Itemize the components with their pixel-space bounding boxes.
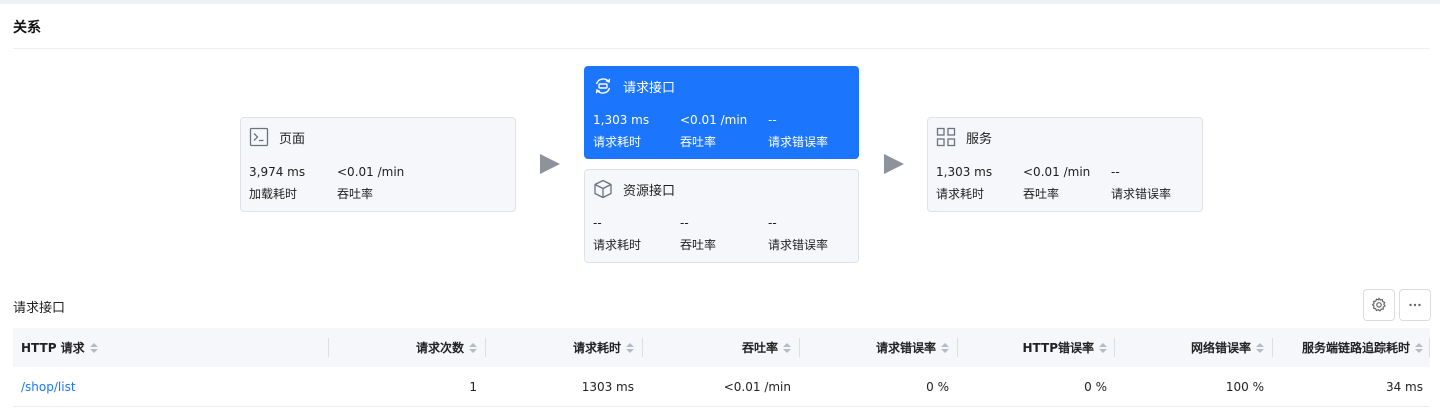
service-card[interactable]: 服务 1,303 ms 请求耗时 <0.01 /min 吞吐率 -- 请求错误率	[927, 117, 1203, 212]
throughput-metric: -- 吞吐率	[680, 213, 716, 255]
more-button[interactable]	[1399, 289, 1431, 321]
cell-server-trace-time: 34 ms	[1385, 380, 1423, 394]
cell-request-count: 1	[469, 380, 477, 394]
request-time-metric: 1,303 ms 请求耗时	[593, 110, 649, 152]
column-label: 请求错误率	[875, 341, 936, 355]
request-time-metric: -- 请求耗时	[593, 213, 641, 255]
metric-label: 吞吐率	[680, 135, 717, 149]
sort-icon	[941, 342, 949, 353]
gear-icon	[1371, 297, 1387, 313]
metric-value: <0.01 /min	[1023, 165, 1091, 179]
throughput-metric: <0.01 /min 吞吐率	[1023, 162, 1090, 204]
column-network-error-rate[interactable]: 网络错误率	[1115, 328, 1264, 367]
metric-value: 3,974 ms	[249, 165, 306, 179]
column-http-request[interactable]: HTTP 请求	[21, 328, 321, 367]
request-time-metric: 1,303 ms 请求耗时	[936, 162, 992, 204]
card-title: 服务	[966, 131, 993, 147]
metric-value: 1,303 ms	[936, 165, 993, 179]
card-title: 资源接口	[623, 183, 676, 199]
flow-arrow-1	[540, 154, 560, 174]
cell-throughput: <0.01 /min	[723, 380, 791, 394]
column-http-error-rate[interactable]: HTTP错误率	[958, 328, 1107, 367]
sort-icon	[1256, 342, 1264, 353]
sort-icon	[1099, 342, 1107, 353]
sort-icon	[626, 342, 634, 353]
cell-http-error-rate: 0 %	[1084, 380, 1107, 394]
error-rate-metric: -- 请求错误率	[768, 110, 828, 152]
metric-value: <0.01 /min	[337, 165, 405, 179]
load-time-metric: 3,974 ms 加载耗时	[249, 162, 305, 204]
top-bar	[0, 0, 1440, 4]
column-server-trace-time[interactable]: 服务端链路追踪耗时	[1273, 328, 1423, 367]
metric-value: --	[768, 113, 777, 127]
column-label: HTTP错误率	[1022, 341, 1095, 355]
request-link[interactable]: /shop/list	[21, 380, 76, 394]
metric-value: <0.01 /min	[680, 113, 748, 127]
cube-icon	[593, 179, 613, 199]
error-rate-metric: -- 请求错误率	[768, 213, 828, 255]
metric-label: 请求错误率	[768, 135, 829, 149]
metric-value: --	[768, 216, 777, 230]
metric-value: --	[593, 216, 602, 230]
column-request-error-rate[interactable]: 请求错误率	[800, 328, 949, 367]
page-card[interactable]: 页面 3,974 ms 加载耗时 <0.01 /min 吞吐率	[240, 117, 516, 212]
metric-label: 吞吐率	[680, 238, 717, 252]
metric-label: 请求错误率	[768, 238, 829, 252]
card-title: 请求接口	[623, 80, 676, 96]
column-label: 请求次数	[415, 341, 464, 355]
column-separator	[1429, 338, 1430, 357]
terminal-icon	[249, 127, 269, 147]
column-label: HTTP 请求	[21, 341, 85, 355]
metric-label: 请求错误率	[1111, 187, 1172, 201]
column-label: 吞吐率	[741, 341, 778, 355]
throughput-metric: <0.01 /min 吞吐率	[337, 162, 404, 204]
api-icon	[593, 76, 613, 96]
request-api-card[interactable]: 请求接口 1,303 ms 请求耗时 <0.01 /min 吞吐率 -- 请求错…	[584, 66, 859, 159]
cell-network-error-rate: 100 %	[1225, 380, 1264, 394]
more-icon	[1407, 297, 1423, 313]
column-label: 服务端链路追踪耗时	[1301, 341, 1410, 355]
flow-arrow-2	[884, 154, 904, 174]
card-title: 页面	[279, 131, 306, 147]
throughput-metric: <0.01 /min 吞吐率	[680, 110, 747, 152]
sort-icon	[469, 342, 477, 353]
table-row: /shop/list 1 1303 ms <0.01 /min 0 % 0 % …	[13, 367, 1430, 407]
sort-icon	[783, 342, 791, 353]
cell-request-error-rate: 0 %	[926, 380, 949, 394]
metric-label: 请求耗时	[593, 238, 642, 252]
metric-label: 加载耗时	[249, 187, 298, 201]
metric-value: --	[680, 216, 689, 230]
column-throughput[interactable]: 吞吐率	[643, 328, 791, 367]
column-request-time[interactable]: 请求耗时	[486, 328, 634, 367]
cell-http-request[interactable]: /shop/list	[21, 367, 321, 407]
metric-label: 吞吐率	[337, 187, 374, 201]
resource-api-card[interactable]: 资源接口 -- 请求耗时 -- 吞吐率 -- 请求错误率	[584, 169, 859, 263]
metric-label: 请求耗时	[936, 187, 985, 201]
column-label: 请求耗时	[572, 341, 621, 355]
metric-label: 请求耗时	[593, 135, 642, 149]
section-title: 关系	[13, 20, 41, 36]
sort-icon	[1415, 342, 1423, 353]
grid-icon	[936, 127, 956, 147]
metric-label: 吞吐率	[1023, 187, 1060, 201]
cell-request-time: 1303 ms	[581, 380, 634, 394]
metric-value: 1,303 ms	[593, 113, 650, 127]
settings-button[interactable]	[1363, 289, 1395, 321]
table-title: 请求接口	[13, 301, 66, 316]
metric-value: --	[1111, 165, 1120, 179]
table-header: HTTP 请求 请求次数 请求耗时 吞吐率 请求错误率 HTTP错误率 网络错误…	[13, 328, 1430, 367]
sort-icon	[89, 342, 98, 353]
error-rate-metric: -- 请求错误率	[1111, 162, 1171, 204]
divider	[13, 48, 1429, 49]
column-request-count[interactable]: 请求次数	[329, 328, 477, 367]
column-label: 网络错误率	[1190, 341, 1251, 355]
